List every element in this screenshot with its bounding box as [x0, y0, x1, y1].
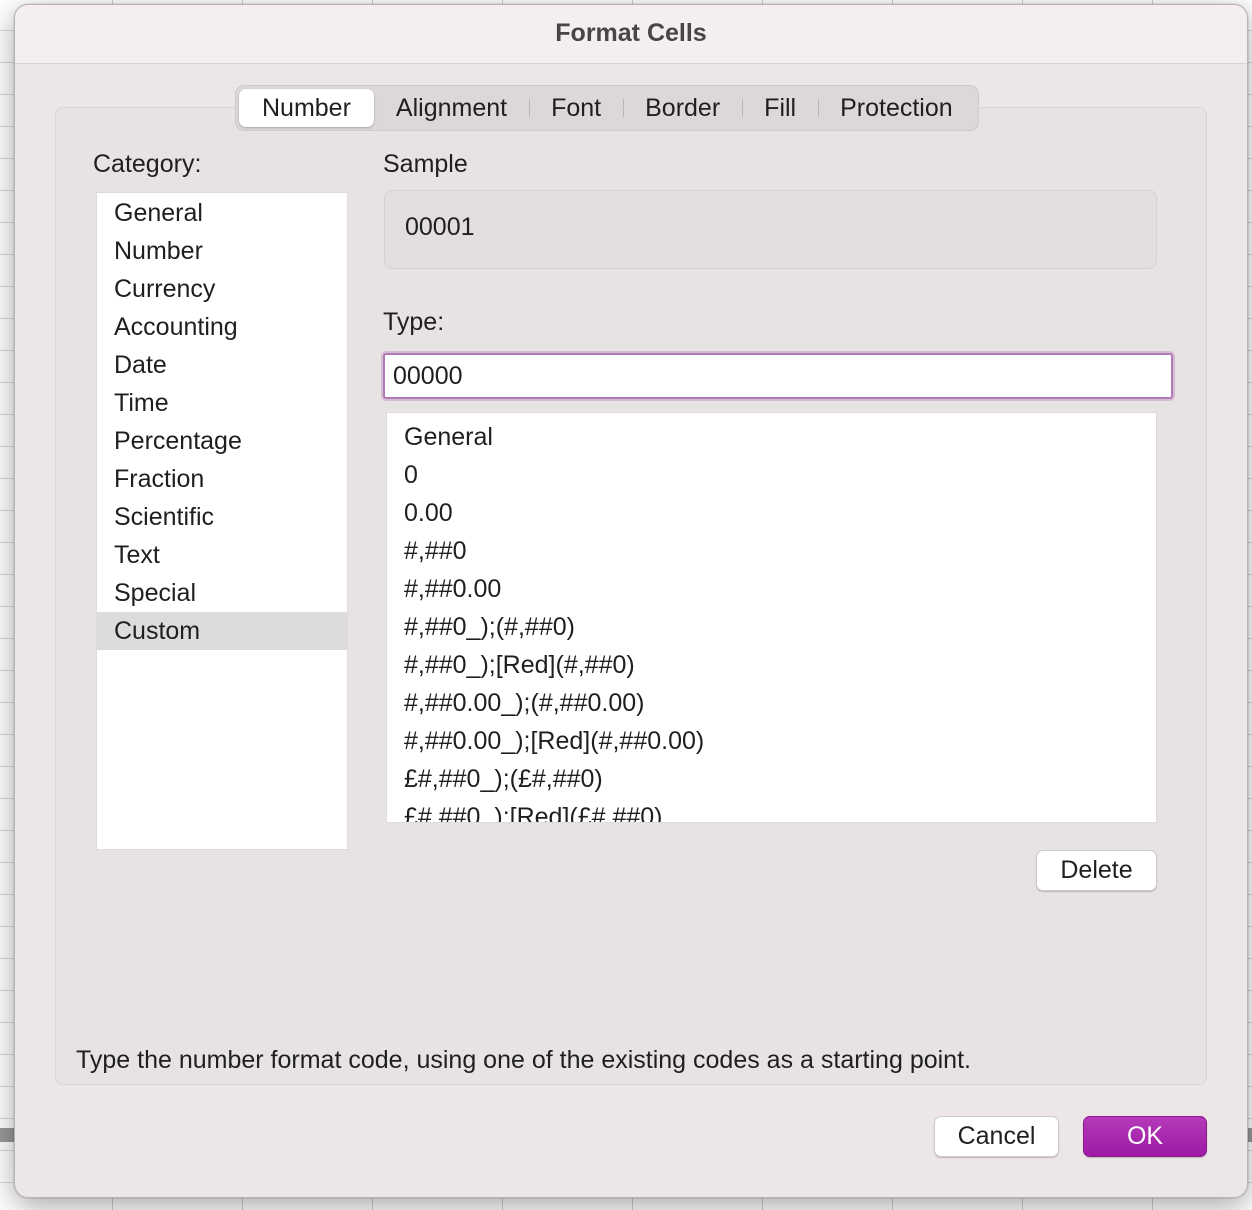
format-code-item[interactable]: #,##0: [387, 532, 1156, 570]
type-label: Type:: [383, 308, 445, 336]
sample-value: 00001: [405, 213, 475, 241]
format-code-item[interactable]: 0.00: [387, 494, 1156, 532]
category-item-custom[interactable]: Custom: [97, 612, 347, 650]
delete-button[interactable]: Delete: [1036, 850, 1157, 891]
dialog-titlebar: Format Cells: [15, 5, 1247, 64]
category-item-accounting[interactable]: Accounting: [97, 308, 347, 346]
category-item-scientific[interactable]: Scientific: [97, 498, 347, 536]
category-item-fraction[interactable]: Fraction: [97, 460, 347, 498]
category-item-currency[interactable]: Currency: [97, 270, 347, 308]
format-code-item[interactable]: £#,##0_);[Red](£#,##0): [387, 798, 1156, 822]
sample-label: Sample: [383, 150, 468, 178]
tab-bar: Number Alignment Font Border Fill Protec…: [235, 85, 979, 131]
format-code-item[interactable]: #,##0.00: [387, 570, 1156, 608]
tab-number[interactable]: Number: [239, 89, 374, 127]
dialog-title: Format Cells: [555, 19, 707, 47]
ok-button[interactable]: OK: [1083, 1116, 1207, 1157]
category-item-number[interactable]: Number: [97, 232, 347, 270]
format-code-item[interactable]: £#,##0_);(£#,##0): [387, 760, 1156, 798]
format-code-item[interactable]: #,##0.00_);(#,##0.00): [387, 684, 1156, 722]
category-item-percentage[interactable]: Percentage: [97, 422, 347, 460]
tab-font[interactable]: Font: [529, 89, 623, 127]
tab-fill[interactable]: Fill: [742, 89, 818, 127]
category-item-time[interactable]: Time: [97, 384, 347, 422]
format-code-item[interactable]: #,##0_);[Red](#,##0): [387, 646, 1156, 684]
category-item-date[interactable]: Date: [97, 346, 347, 384]
category-item-general[interactable]: General: [97, 194, 347, 232]
category-item-special[interactable]: Special: [97, 574, 347, 612]
format-code-item[interactable]: 0: [387, 456, 1156, 494]
cancel-button[interactable]: Cancel: [934, 1116, 1059, 1157]
tab-protection[interactable]: Protection: [818, 89, 975, 127]
category-label: Category:: [93, 150, 202, 178]
format-code-item[interactable]: #,##0_);(#,##0): [387, 608, 1156, 646]
type-input[interactable]: [383, 353, 1173, 399]
format-code-list[interactable]: General 0 0.00 #,##0 #,##0.00 #,##0_);(#…: [386, 412, 1157, 823]
format-cells-dialog: Format Cells Number Alignment Font Borde…: [14, 4, 1248, 1198]
hint-text: Type the number format code, using one o…: [76, 1046, 971, 1074]
category-list[interactable]: General Number Currency Accounting Date …: [96, 192, 348, 850]
format-code-item[interactable]: General: [387, 418, 1156, 456]
format-code-item[interactable]: #,##0.00_);[Red](#,##0.00): [387, 722, 1156, 760]
tab-border[interactable]: Border: [623, 89, 742, 127]
tab-alignment[interactable]: Alignment: [374, 89, 529, 127]
category-item-text[interactable]: Text: [97, 536, 347, 574]
sample-preview: 00001: [384, 190, 1157, 269]
